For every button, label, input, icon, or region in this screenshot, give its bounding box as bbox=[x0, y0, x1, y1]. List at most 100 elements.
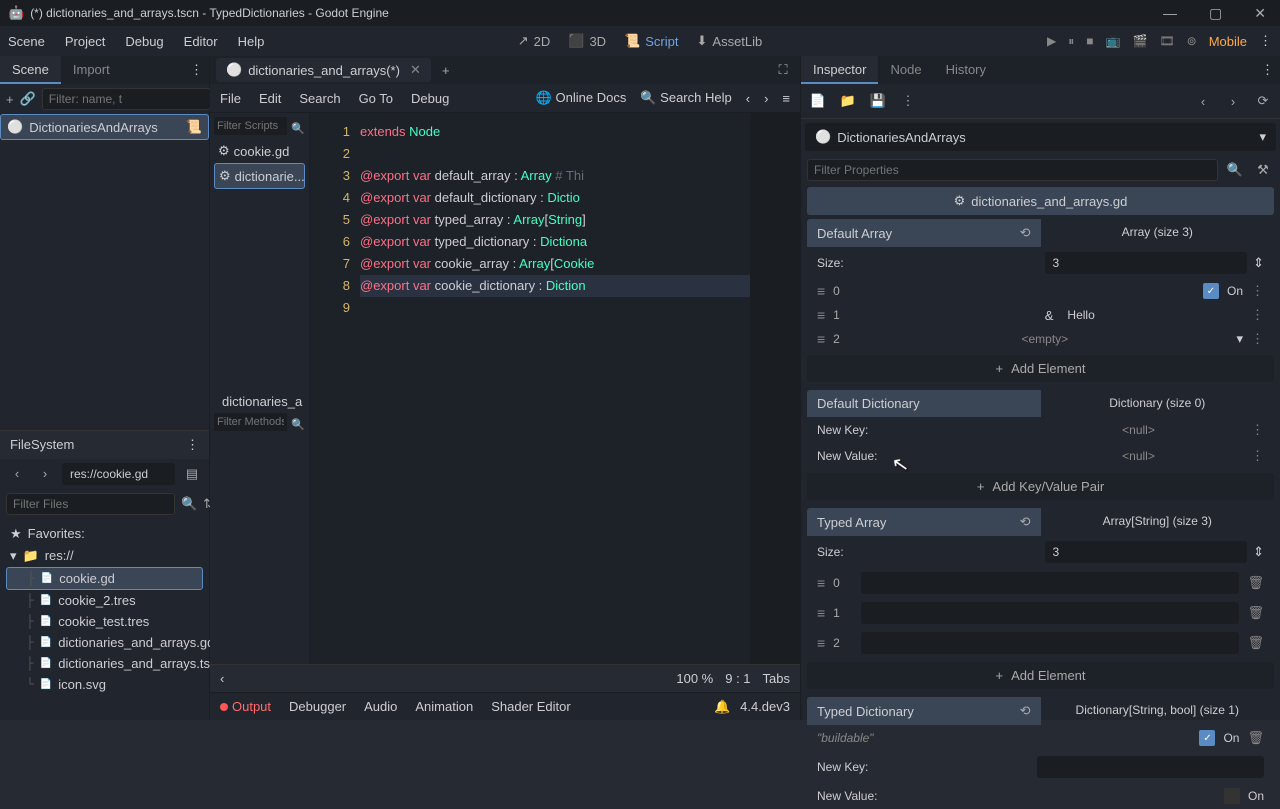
dock-debugger[interactable]: Debugger bbox=[289, 699, 346, 714]
menu-editor[interactable]: Editor bbox=[184, 34, 218, 49]
script-list-item[interactable]: ⚙cookie.gd bbox=[214, 139, 305, 163]
script-list-item[interactable]: ⚙dictionarie... bbox=[214, 163, 305, 189]
insp-load-icon[interactable]: 📁 bbox=[837, 90, 859, 112]
tab-node[interactable]: Node bbox=[878, 56, 933, 84]
string-item-input-2[interactable] bbox=[861, 632, 1239, 654]
script-nav-left-icon[interactable]: ‹ bbox=[220, 671, 224, 686]
drag-handle-icon[interactable]: ≡ bbox=[817, 331, 825, 347]
workspace-assetlib[interactable]: ⬇ AssetLib bbox=[696, 33, 762, 49]
drag-handle-icon[interactable]: ≡ bbox=[817, 283, 825, 299]
script-menu-debug[interactable]: Debug bbox=[411, 91, 449, 106]
maximize-button[interactable]: ▢ bbox=[1203, 3, 1228, 24]
fs-favorites[interactable]: ★ Favorites: bbox=[6, 523, 203, 545]
outline-tab[interactable]: dictionaries_a bbox=[222, 394, 302, 409]
workspace-script[interactable]: 📜 Script bbox=[624, 33, 678, 49]
drag-handle-icon[interactable]: ≡ bbox=[817, 605, 825, 621]
revert-icon[interactable]: ⟲ bbox=[1020, 225, 1031, 241]
add-element-button[interactable]: +Add Element bbox=[807, 355, 1274, 382]
fs-file-item[interactable]: ├📄cookie.gd bbox=[6, 567, 203, 590]
script-file-tab[interactable]: ⚪ dictionaries_and_arrays(*) ✕ bbox=[216, 58, 431, 82]
item-menu-icon[interactable]: ⋮ bbox=[1251, 307, 1264, 323]
renderer-dropdown-icon[interactable]: ⋮ bbox=[1259, 33, 1272, 49]
scene-panel-menu-icon[interactable]: ⋮ bbox=[184, 56, 209, 84]
play-button[interactable]: ▶ bbox=[1047, 34, 1056, 48]
dock-output[interactable]: Output bbox=[220, 699, 271, 714]
empty-value-dropdown[interactable]: <empty> bbox=[861, 332, 1228, 346]
script-search-icon[interactable]: 🔍 bbox=[291, 122, 305, 135]
workspace-2d[interactable]: ↗ 2D bbox=[518, 33, 551, 49]
script-header[interactable]: dictionaries_and_arrays.gd bbox=[807, 187, 1274, 215]
menu-help[interactable]: Help bbox=[238, 34, 265, 49]
link-node-button[interactable]: 🔗 bbox=[20, 88, 36, 110]
online-docs-button[interactable]: 🌐 Online Docs bbox=[536, 90, 627, 106]
indent-mode[interactable]: Tabs bbox=[763, 671, 790, 686]
add-keyvalue-button[interactable]: +Add Key/Value Pair bbox=[807, 473, 1274, 500]
new-key-input[interactable] bbox=[1037, 756, 1265, 778]
item-menu-icon[interactable]: ⋮ bbox=[1251, 283, 1264, 299]
close-window-button[interactable]: ✕ bbox=[1248, 3, 1272, 24]
dock-audio[interactable]: Audio bbox=[364, 699, 397, 714]
stop-button[interactable]: ■ bbox=[1086, 34, 1093, 48]
nav-forward-icon[interactable]: › bbox=[764, 91, 768, 106]
item-menu-icon[interactable]: ⋮ bbox=[1251, 331, 1264, 347]
new-value-value[interactable]: <null> bbox=[1034, 449, 1243, 463]
pause-button[interactable]: ⏸ bbox=[1068, 34, 1074, 49]
tab-inspector[interactable]: Inspector bbox=[801, 56, 878, 84]
prop-default-dict-header[interactable]: Default Dictionary bbox=[807, 390, 1041, 417]
filter-methods-input[interactable] bbox=[214, 413, 287, 431]
insp-more-icon[interactable]: ⋮ bbox=[897, 90, 919, 112]
play-scene-button[interactable]: 🎬 bbox=[1132, 34, 1147, 48]
fs-filter-input[interactable] bbox=[6, 493, 175, 515]
fs-file-item[interactable]: ├📄dictionaries_and_arrays.tscn bbox=[6, 653, 203, 674]
renderer-selector[interactable]: Mobile bbox=[1209, 34, 1247, 49]
fs-file-item[interactable]: ├📄dictionaries_and_arrays.gd bbox=[6, 632, 203, 653]
delete-icon[interactable]: 🗑 bbox=[1247, 730, 1264, 746]
menu-debug[interactable]: Debug bbox=[125, 34, 163, 49]
fs-file-item[interactable]: ├📄cookie_2.tres bbox=[6, 590, 203, 611]
typed-array-size-input[interactable] bbox=[1045, 541, 1248, 563]
new-key-value[interactable]: <null> bbox=[1034, 423, 1243, 437]
string-item-input-1[interactable] bbox=[861, 602, 1239, 624]
menu-project[interactable]: Project bbox=[65, 34, 105, 49]
nav-back-icon[interactable]: ‹ bbox=[746, 91, 750, 106]
delete-icon[interactable]: 🗑 bbox=[1247, 635, 1264, 651]
filesystem-menu-icon[interactable]: ⋮ bbox=[186, 437, 199, 453]
tab-history[interactable]: History bbox=[934, 56, 998, 84]
insp-save-icon[interactable]: 💾 bbox=[867, 90, 889, 112]
script-menu-goto[interactable]: Go To bbox=[359, 91, 393, 106]
fs-file-item[interactable]: └📄icon.svg bbox=[6, 674, 203, 695]
fs-forward-button[interactable]: › bbox=[34, 463, 56, 485]
movie-mode-button[interactable]: ⊚ bbox=[1187, 34, 1197, 48]
tab-import[interactable]: Import bbox=[61, 56, 122, 84]
prop-typed-array-header[interactable]: Typed Array ⟲ bbox=[807, 508, 1041, 536]
dock-animation[interactable]: Animation bbox=[415, 699, 473, 714]
insp-search-icon[interactable]: 🔍 bbox=[1224, 159, 1246, 181]
play-custom-button[interactable]: 🎞 bbox=[1159, 34, 1174, 48]
script-menu-file[interactable]: File bbox=[220, 91, 241, 106]
methods-search-icon[interactable]: 🔍 bbox=[291, 418, 305, 431]
inspector-node-selector[interactable]: ⚪ DictionariesAndArrays ▾ bbox=[805, 123, 1276, 151]
tab-scene[interactable]: Scene bbox=[0, 56, 61, 84]
remote-debug-icon[interactable]: 📺 bbox=[1106, 34, 1121, 48]
fs-back-button[interactable]: ‹ bbox=[6, 463, 28, 485]
script-settings-icon[interactable]: ≡ bbox=[782, 91, 790, 106]
menu-scene[interactable]: Scene bbox=[8, 34, 45, 49]
insp-tools-icon[interactable]: ⚒ bbox=[1252, 159, 1274, 181]
script-menu-search[interactable]: Search bbox=[299, 91, 340, 106]
prop-default-array-header[interactable]: Default Array ⟲ bbox=[807, 219, 1041, 247]
insp-new-icon[interactable]: 📄 bbox=[807, 90, 829, 112]
bool-checkbox-off[interactable] bbox=[1224, 788, 1240, 804]
bool-checkbox[interactable]: ✓ bbox=[1199, 730, 1215, 746]
workspace-3d[interactable]: ⬛ 3D bbox=[568, 33, 606, 49]
chevron-down-icon[interactable]: ▾ bbox=[1236, 331, 1243, 347]
search-help-button[interactable]: 🔍 Search Help bbox=[640, 90, 731, 106]
fs-path-display[interactable]: res://cookie.gd bbox=[62, 463, 175, 485]
insp-back-icon[interactable]: ‹ bbox=[1192, 90, 1214, 112]
revert-icon[interactable]: ⟲ bbox=[1020, 703, 1031, 719]
revert-icon[interactable]: ⟲ bbox=[1020, 514, 1031, 530]
typed-array-label[interactable]: Array[String] (size 3) bbox=[1041, 508, 1275, 536]
drag-handle-icon[interactable]: ≡ bbox=[817, 575, 825, 591]
item-menu-icon[interactable]: ⋮ bbox=[1251, 422, 1264, 438]
zoom-level[interactable]: 100 % bbox=[676, 671, 713, 686]
expand-view-icon[interactable]: ⛶ bbox=[772, 59, 794, 81]
